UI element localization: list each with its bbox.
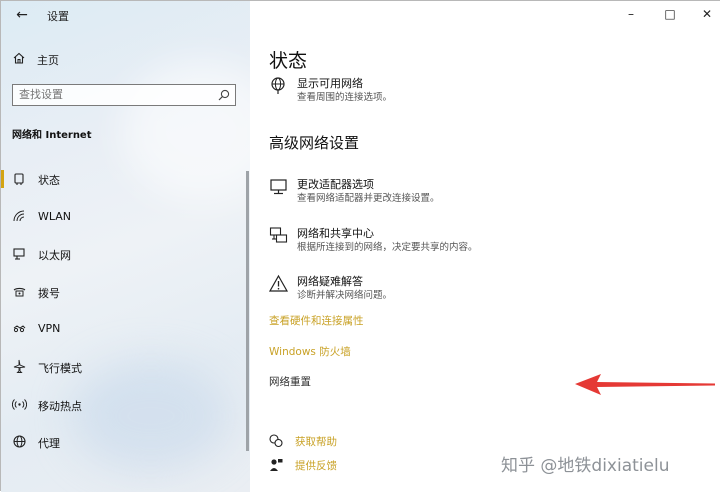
sidebar-item-label: VPN [38, 322, 61, 336]
sidebar-item-airplane[interactable]: 飞行模式 [1, 349, 250, 387]
network-reset-link[interactable]: 网络重置 [269, 374, 311, 389]
feedback-link[interactable]: 提供反馈 [269, 458, 369, 474]
troubleshoot-option[interactable]: 网络疑难解答 诊断并解决网络问题。 [269, 273, 469, 301]
help-label: 获取帮助 [295, 436, 337, 448]
left-pane: ← 设置 主页 网络和 Internet [1, 1, 250, 492]
sidebar-item-label: 飞行模式 [38, 361, 82, 375]
section-title: 网络和 Internet [12, 130, 92, 141]
change-adapter-option[interactable]: 更改适配器选项 查看网络适配器并更改连接设置。 [269, 176, 489, 204]
dialup-icon [13, 287, 26, 297]
option-description: 诊断并解决网络问题。 [297, 290, 393, 301]
globe-icon [13, 435, 26, 448]
main-pane: – □ ✕ 状态 显示可用网络 查看周围的连接选项。 高级网络设置 更改适配器选… [250, 1, 720, 492]
back-arrow-icon[interactable]: ← [11, 4, 33, 26]
feedback-person-icon [270, 459, 283, 471]
option-description: 查看网络适配器并更改连接设置。 [297, 193, 440, 204]
home-label: 主页 [37, 54, 59, 67]
chat-help-icon [269, 434, 283, 448]
sidebar-item-label: WLAN [38, 209, 72, 223]
firewall-link[interactable]: Windows 防火墙 [269, 344, 351, 359]
get-help-link[interactable]: 获取帮助 [269, 434, 369, 450]
sidebar-item-label: 代理 [38, 437, 60, 451]
airplane-icon [13, 359, 26, 373]
minimize-icon[interactable]: – [623, 7, 639, 21]
sidebar-item-label: 拨号 [38, 286, 60, 300]
close-icon[interactable]: ✕ [699, 7, 715, 21]
show-networks-option[interactable]: 显示可用网络 查看周围的连接选项。 [269, 75, 469, 103]
sidebar-nav: 状态 WLAN 以太网 拨号 VPN 飞行模式 移动热点 代理 [1, 161, 250, 462]
sidebar-scrollbar[interactable] [246, 171, 249, 451]
network-globe-icon [271, 77, 285, 94]
option-description: 查看周围的连接选项。 [297, 92, 393, 103]
option-description: 根据所连接到的网络，决定要共享的内容。 [297, 242, 478, 253]
home-button[interactable]: 主页 [1, 47, 250, 71]
warning-triangle-icon [269, 274, 289, 292]
sidebar-item-vpn[interactable]: VPN [1, 311, 250, 349]
sidebar-item-dialup[interactable]: 拨号 [1, 274, 250, 312]
active-indicator [1, 170, 4, 188]
home-icon [13, 52, 25, 64]
sidebar-item-label: 以太网 [38, 249, 71, 263]
search-icon[interactable] [218, 89, 230, 101]
sidebar-item-proxy[interactable]: 代理 [1, 424, 250, 462]
red-arrow-annotation [575, 374, 715, 395]
feedback-label: 提供反馈 [295, 460, 337, 472]
vpn-icon [13, 325, 26, 333]
sharing-center-icon [269, 227, 288, 243]
search-box[interactable] [12, 84, 236, 106]
wifi-icon [13, 210, 25, 221]
sidebar-item-wlan[interactable]: WLAN [1, 199, 250, 237]
status-icon [14, 173, 24, 185]
sidebar-item-label: 状态 [38, 174, 60, 187]
sidebar-item-hotspot[interactable]: 移动热点 [1, 387, 250, 425]
sidebar-item-label: 移动热点 [38, 399, 82, 413]
ethernet-icon [13, 248, 25, 260]
advanced-settings-title: 高级网络设置 [269, 134, 360, 152]
hardware-properties-link[interactable]: 查看硬件和连接属性 [269, 313, 364, 328]
settings-window: ← 设置 主页 网络和 Internet [0, 0, 720, 492]
hotspot-icon [12, 398, 27, 410]
sidebar-item-status[interactable]: 状态 [1, 161, 250, 199]
window-title: 设置 [47, 10, 69, 23]
title-bar: ← 设置 [1, 1, 250, 29]
sharing-center-option[interactable]: 网络和共享中心 根据所连接到的网络，决定要共享的内容。 [269, 225, 509, 253]
watermark: 知乎 @地铁dixiatielu [501, 456, 670, 476]
sidebar-item-ethernet[interactable]: 以太网 [1, 236, 250, 274]
maximize-icon[interactable]: □ [662, 7, 678, 21]
page-title: 状态 [269, 50, 308, 72]
search-input[interactable] [19, 88, 209, 101]
adapter-monitor-icon [270, 179, 287, 195]
